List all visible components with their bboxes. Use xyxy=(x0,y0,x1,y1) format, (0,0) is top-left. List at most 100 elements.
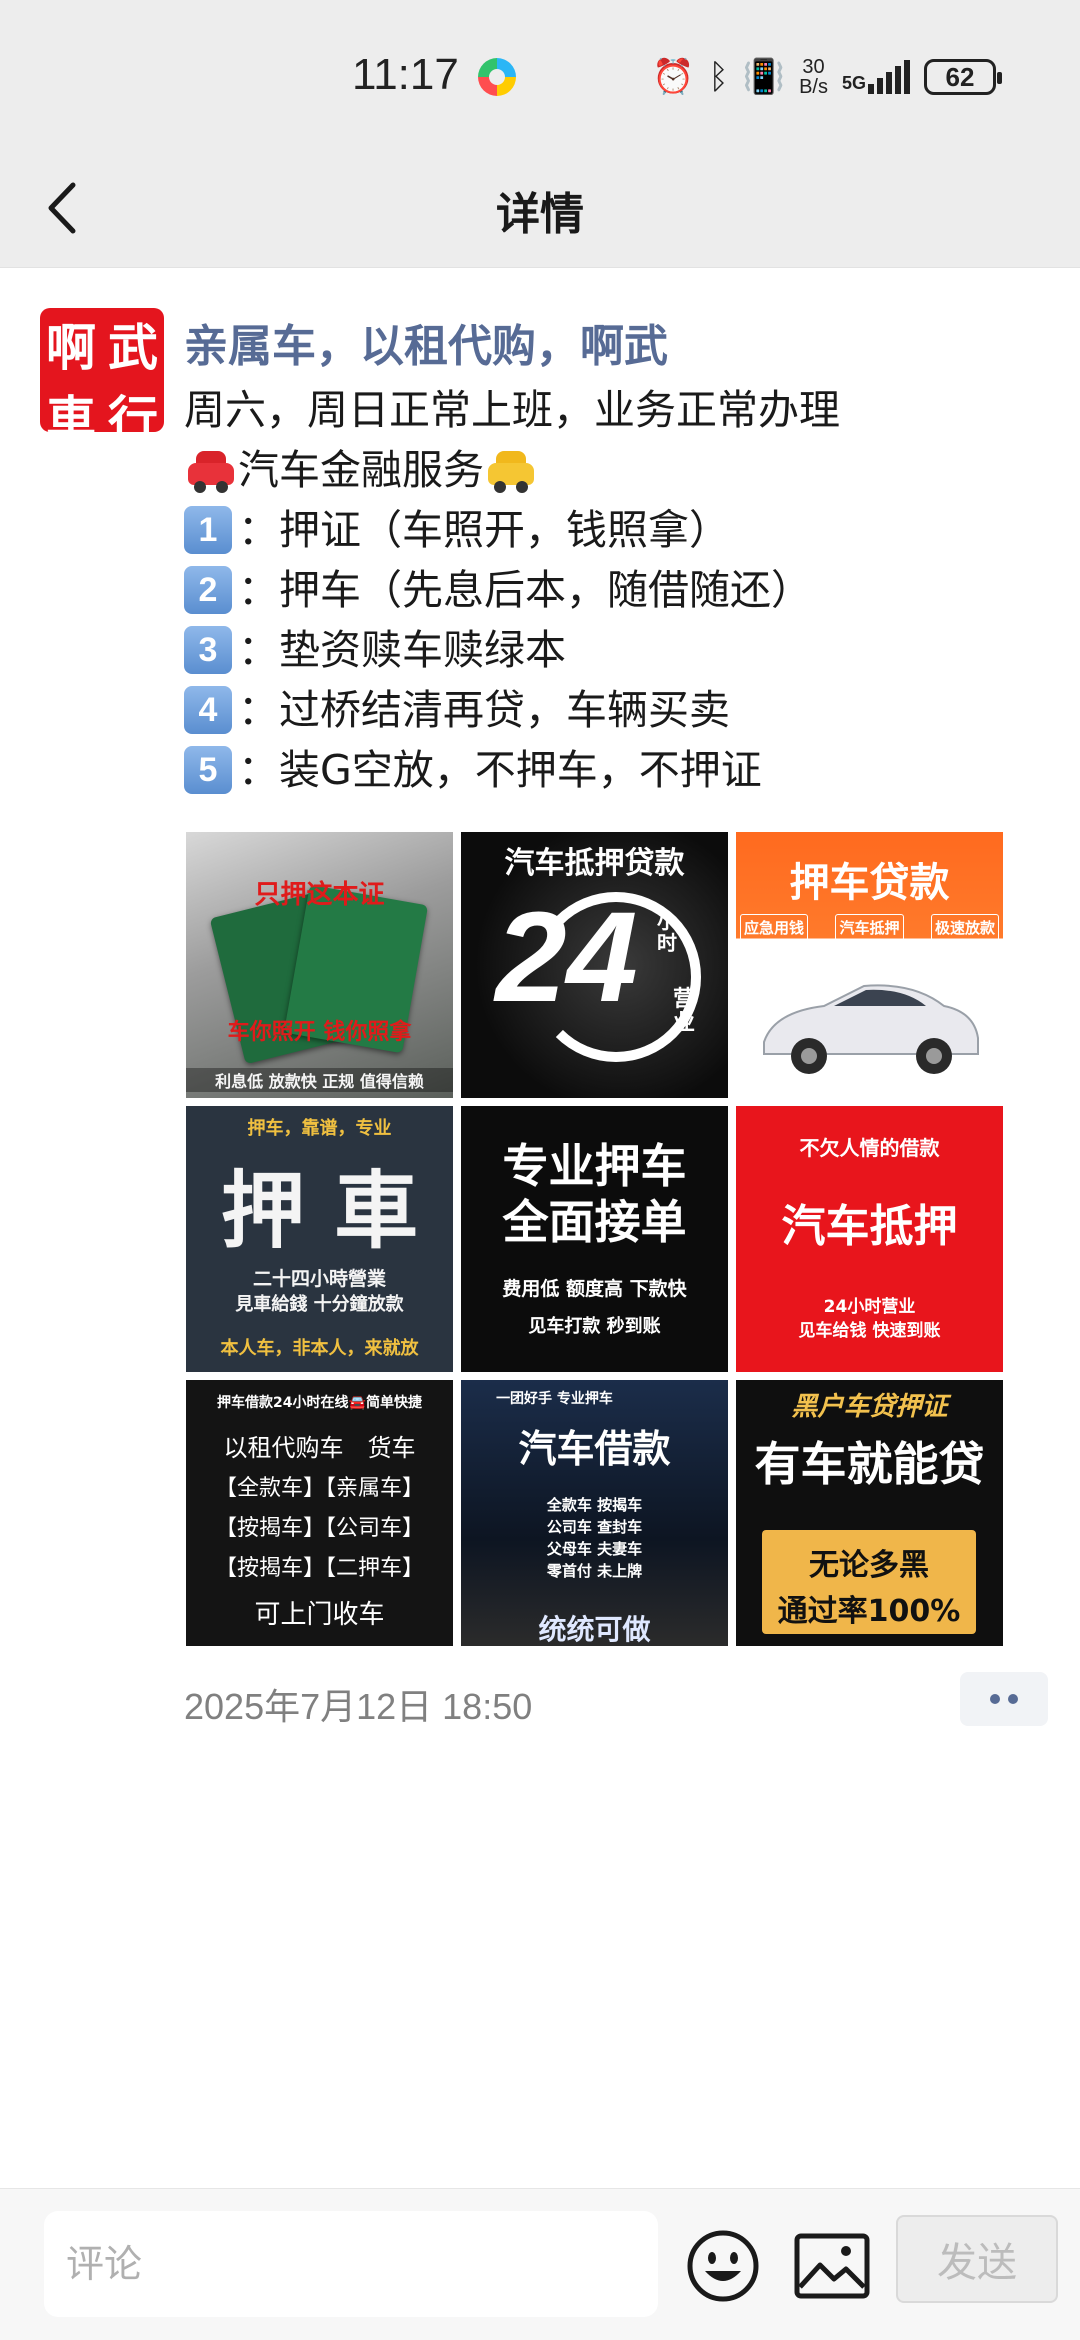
service-item: 5 ：装G空放，不押车，不押证 xyxy=(184,740,1044,800)
image-text: 小时 xyxy=(657,909,677,955)
status-time: 11:17 xyxy=(352,50,459,99)
number-3-icon: 3 xyxy=(184,626,232,674)
service-item-text: ：押车（先息后本，随借随还） xyxy=(238,566,812,614)
dot-icon xyxy=(990,1694,1000,1704)
content-text: 周六，周日正常上班，业务正常办理 xyxy=(184,386,840,434)
image-text: 見車給錢 十分鐘放款 xyxy=(235,1294,404,1315)
content-line: 周六，周日正常上班，业务正常办理 xyxy=(184,380,1044,440)
network-type: 5G xyxy=(842,73,867,93)
post-image[interactable]: 专业押车 全面接单 费用低 额度高 下款快 见车打款 秒到账 xyxy=(461,1106,728,1372)
bluetooth-icon: ᛒ xyxy=(708,57,729,97)
image-text: 车你照开 钱你照拿 xyxy=(227,1020,412,1045)
net-rate-value: 30 xyxy=(802,56,825,78)
service-item-text: ：押证（车照开，钱照拿） xyxy=(238,506,730,554)
image-text: 押车，靠谱，专业 xyxy=(247,1118,392,1139)
image-tag: 应急用钱 xyxy=(740,914,809,941)
image-text: 押车借款24小时在线🚘简单快捷 xyxy=(217,1395,422,1411)
service-item-text: ：垫资赎车赎绿本 xyxy=(238,626,566,674)
status-bar: 11:17 ⏰ ᛒ 📳 30 B/s 5G 62 xyxy=(0,0,1080,150)
image-tag: 极速放款 xyxy=(930,914,999,941)
image-tag: 汽车抵押 xyxy=(835,914,904,941)
poster-name[interactable]: 亲属车，以租代购，啊武 xyxy=(184,310,668,374)
image-text: 汽车抵押贷款 xyxy=(504,846,685,881)
image-text: 24 xyxy=(495,886,638,1029)
number-2-icon: 2 xyxy=(184,566,232,614)
image-text: 见车给钱 快速到账 xyxy=(798,1321,941,1341)
dot-icon xyxy=(1008,1694,1018,1704)
battery-icon: 62 xyxy=(924,59,1003,95)
alarm-icon: ⏰ xyxy=(652,57,695,97)
post-image[interactable]: 黑户车贷押证 有车就能贷 无论多黑 通过率100% xyxy=(736,1380,1003,1646)
image-text: 押 車 xyxy=(220,1161,419,1260)
highlight-box: 无论多黑 通过率100% xyxy=(762,1530,976,1634)
post-image[interactable]: 只押这本证 车你照开 钱你照拿 利息低 放款快 正规 值得信赖 xyxy=(186,832,453,1098)
taxi-icon xyxy=(486,447,536,493)
image-text: 公司车 查封车 xyxy=(546,1518,643,1536)
image-text: 无论多黑 xyxy=(809,1548,929,1583)
image-text: 汽车借款 xyxy=(518,1427,671,1471)
image-text: 以租代购车 货车 xyxy=(223,1434,416,1462)
red-car-icon xyxy=(186,447,236,493)
image-text: 只押这本证 xyxy=(254,880,385,910)
image-text: 二十四小時營業 xyxy=(252,1268,386,1290)
image-text: 本人车，非本人，来就放 xyxy=(220,1338,419,1359)
net-rate: 30 B/s xyxy=(799,57,828,97)
image-text: 通过率100% xyxy=(777,1594,961,1629)
image-text: 汽车抵押 xyxy=(781,1201,958,1252)
image-text: 24小时营业 xyxy=(823,1297,916,1317)
post-image[interactable]: 押车贷款 应急用钱 汽车抵押 极速放款 xyxy=(736,832,1003,1098)
image-grid: 只押这本证 车你照开 钱你照拿 利息低 放款快 正规 值得信赖 汽车抵押贷款 2… xyxy=(186,832,1004,1646)
service-item: 1 ：押证（车照开，钱照拿） xyxy=(184,500,1044,560)
image-text: 【按揭车】【公司车】 xyxy=(214,1516,424,1541)
service-item: 2 ：押车（先息后本，随借随还） xyxy=(184,560,1044,620)
post-image[interactable]: 不欠人情的借款 汽车抵押 24小时营业 见车给钱 快速到账 xyxy=(736,1106,1003,1372)
service-title-line: 汽车金融服务 xyxy=(184,440,1044,500)
image-text: 费用低 额度高 下款快 xyxy=(502,1278,687,1300)
service-item: 3 ：垫资赎车赎绿本 xyxy=(184,620,1044,680)
post-image[interactable]: 汽车抵押贷款 24 小时 营业 xyxy=(461,832,728,1098)
service-item-text: ：过桥结清再贷，车辆买卖 xyxy=(238,686,730,734)
send-button[interactable]: 发送 xyxy=(896,2215,1058,2303)
net-rate-unit: B/s xyxy=(799,76,828,98)
number-5-icon: 5 xyxy=(184,746,232,794)
image-text: 父母车 夫妻车 xyxy=(546,1540,643,1558)
page-title: 详情 xyxy=(496,189,584,240)
image-button[interactable] xyxy=(794,2233,870,2299)
post-image[interactable]: 押车借款24小时在线🚘简单快捷 以租代购车 货车 【全款车】【亲属车】 【按揭车… xyxy=(186,1380,453,1646)
post-timestamp: 2025年7月12日 18:50 xyxy=(184,1686,533,1727)
image-text: 黑户车贷押证 xyxy=(791,1392,948,1422)
image-text: 全面接单 xyxy=(502,1195,687,1249)
avatar-char: 車 xyxy=(46,390,96,432)
smiley-icon xyxy=(687,2230,759,2302)
emoji-button[interactable] xyxy=(686,2229,760,2303)
image-text: 全款车 按揭车 xyxy=(546,1496,643,1514)
car-image xyxy=(763,984,979,1074)
image-text: 押车贷款 xyxy=(789,860,950,906)
avatar-char: 行 xyxy=(108,390,158,432)
post-image[interactable]: 一团好手 专业押车 汽车借款 全款车 按揭车 公司车 查封车 父母车 夫妻车 零… xyxy=(461,1380,728,1646)
image-text: 有车就能贷 xyxy=(754,1437,985,1491)
image-text: 【全款车】【亲属车】 xyxy=(214,1476,424,1501)
avatar[interactable]: 啊 武 車 行 xyxy=(40,308,164,432)
more-button[interactable] xyxy=(960,1672,1048,1726)
service-item-text: ：装G空放，不押车，不押证 xyxy=(238,746,762,794)
service-item: 4 ：过桥结清再贷，车辆买卖 xyxy=(184,680,1044,740)
image-text: 不欠人情的借款 xyxy=(799,1136,940,1160)
image-text: 统统可做 xyxy=(538,1613,651,1646)
image-text: 一团好手 专业押车 xyxy=(496,1391,613,1407)
app-notification-icon xyxy=(478,58,516,96)
image-text: 营业 xyxy=(673,987,696,1036)
post-image[interactable]: 押车，靠谱，专业 押 車 二十四小時營業 見車給錢 十分鐘放款 本人车，非本人，… xyxy=(186,1106,453,1372)
post-content: 周六，周日正常上班，业务正常办理 汽车金融服务 1 ：押证（车照开，钱照拿） 2：… xyxy=(184,380,1044,800)
number-4-icon: 4 xyxy=(184,686,232,734)
signal-icon xyxy=(868,60,911,94)
image-text: 可上门收车 xyxy=(254,1600,385,1630)
nav-header: 详情 xyxy=(0,150,1080,268)
comment-bar: 发送 xyxy=(0,2188,1080,2340)
service-title: 汽车金融服务 xyxy=(238,446,484,494)
tag-row: 应急用钱 汽车抵押 极速放款 xyxy=(740,914,999,941)
comment-input[interactable] xyxy=(44,2211,658,2317)
image-text: 【按揭车】【二押车】 xyxy=(214,1556,424,1581)
number-1-icon: 1 xyxy=(184,506,232,554)
signal-group: 5G xyxy=(842,60,911,94)
